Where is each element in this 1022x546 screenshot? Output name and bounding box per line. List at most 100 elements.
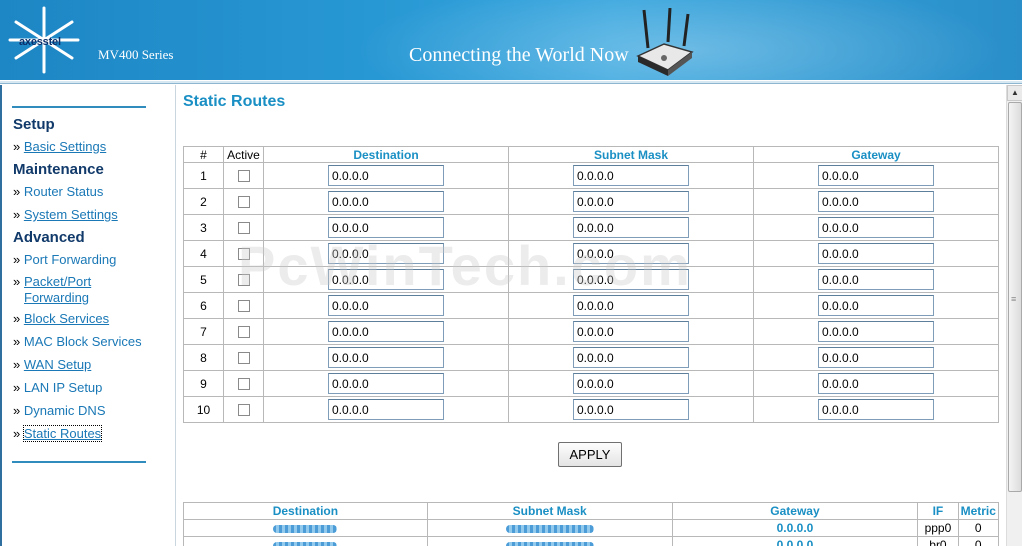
active-checkbox[interactable] [237,300,250,313]
sidebar-item-port-forwarding[interactable]: » Port Forwarding [13,252,116,268]
scroll-thumb[interactable]: ≡ [1008,102,1022,492]
active-checkbox[interactable] [237,274,250,287]
static-routes-table: # Active Destination Subnet Mask Gateway… [183,146,999,423]
sidebar-item-label: Dynamic DNS [23,403,106,418]
header-banner: axesstel MV400 Series Connecting the Wor… [0,0,1022,82]
active-checkbox[interactable] [237,248,250,261]
sidebar-heading-maintenance: Maintenance [13,161,104,178]
destination-input[interactable] [328,269,444,290]
gateway-input[interactable] [818,295,934,316]
active-cell [223,162,264,189]
gateway-input[interactable] [818,269,934,290]
subnet-mask-input[interactable] [573,243,689,264]
destination-input[interactable] [328,321,444,342]
destination-input[interactable] [328,399,444,420]
active-checkbox[interactable] [237,170,250,183]
active-cell [223,396,264,423]
raquo-icon: » [13,334,21,349]
destination-input[interactable] [328,347,444,368]
destination-cell [263,344,509,371]
redacted-value [505,541,594,546]
route-number: 8 [183,344,224,371]
gateway-cell [753,370,999,397]
subnet-mask-input[interactable] [573,295,689,316]
sidebar-item-dynamic-dns[interactable]: » Dynamic DNS [13,403,105,419]
destination-cell [263,370,509,397]
destination-input[interactable] [328,165,444,186]
sidebar-item-router-status[interactable]: » Router Status [13,184,103,200]
active-checkbox[interactable] [237,326,250,339]
sidebar-item-label: System Settings [23,207,118,222]
rt-if-cell: br0 [917,536,959,546]
rt-metric-cell: 0 [957,536,999,546]
subnet-cell [508,162,754,189]
table-row: 8 [183,344,999,371]
sidebar-top-rule [12,106,146,108]
destination-cell [263,266,509,293]
sidebar-item-mac-block-services[interactable]: » MAC Block Services [13,334,142,350]
destination-cell [263,396,509,423]
active-cell [223,266,264,293]
subnet-mask-input[interactable] [573,191,689,212]
active-checkbox[interactable] [237,352,250,365]
subnet-cell [508,266,754,293]
active-checkbox[interactable] [237,196,250,209]
subnet-mask-input[interactable] [573,373,689,394]
destination-input[interactable] [328,217,444,238]
gateway-input[interactable] [818,399,934,420]
rt-if-cell: ppp0 [917,519,959,537]
active-cell [223,214,264,241]
subnet-cell [508,396,754,423]
subnet-mask-input[interactable] [573,269,689,290]
destination-input[interactable] [328,373,444,394]
rt-gateway-cell: 0.0.0.0 [671,536,919,546]
sidebar-item-block-services[interactable]: » Block Services [13,311,109,327]
subnet-cell [508,240,754,267]
destination-input[interactable] [328,191,444,212]
destination-cell [263,292,509,319]
rt-col-header-if: IF [917,502,959,520]
sidebar-item-basic-settings[interactable]: » Basic Settings [13,139,106,155]
gateway-input[interactable] [818,217,934,238]
gateway-input[interactable] [818,243,934,264]
route-number: 9 [183,370,224,397]
subnet-mask-input[interactable] [573,217,689,238]
active-checkbox[interactable] [237,222,250,235]
apply-button[interactable]: APPLY [558,442,622,467]
sidebar-item-label: Block Services [23,311,110,326]
gateway-input[interactable] [818,373,934,394]
sidebar-item-lan-ip-setup[interactable]: » LAN IP Setup [13,380,102,396]
active-checkbox[interactable] [237,378,250,391]
active-checkbox[interactable] [237,404,250,417]
subnet-mask-input[interactable] [573,321,689,342]
sidebar-item-system-settings[interactable]: » System Settings [13,207,118,223]
gateway-cell [753,188,999,215]
raquo-icon: » [13,357,21,372]
raquo-icon: » [13,403,21,418]
logo-text: axesstel [19,36,61,48]
subnet-cell [508,318,754,345]
sidebar-bottom-rule [12,461,146,463]
gateway-input[interactable] [818,165,934,186]
subnet-cell [508,344,754,371]
active-cell [223,370,264,397]
gateway-input[interactable] [818,191,934,212]
sidebar-item-packet-port-forwarding[interactable]: » Packet/Port Forwarding [13,274,123,306]
gateway-input[interactable] [818,321,934,342]
gateway-input[interactable] [818,347,934,368]
sidebar-item-wan-setup[interactable]: » WAN Setup [13,357,91,373]
table-row: 6 [183,292,999,319]
sidebar-item-label: Port Forwarding [23,252,117,267]
sidebar-item-label: Basic Settings [23,139,107,154]
destination-input[interactable] [328,243,444,264]
subnet-mask-input[interactable] [573,347,689,368]
sidebar-item-static-routes[interactable]: » Static Routes [13,425,103,442]
table-row: 5 [183,266,999,293]
destination-input[interactable] [328,295,444,316]
raquo-icon: » [13,426,21,441]
scroll-up-arrow-icon[interactable]: ▲ [1007,85,1022,101]
vertical-scrollbar[interactable]: ▲ ≡ [1006,85,1022,546]
subnet-mask-input[interactable] [573,165,689,186]
subnet-mask-input[interactable] [573,399,689,420]
header-divider [0,80,1022,84]
